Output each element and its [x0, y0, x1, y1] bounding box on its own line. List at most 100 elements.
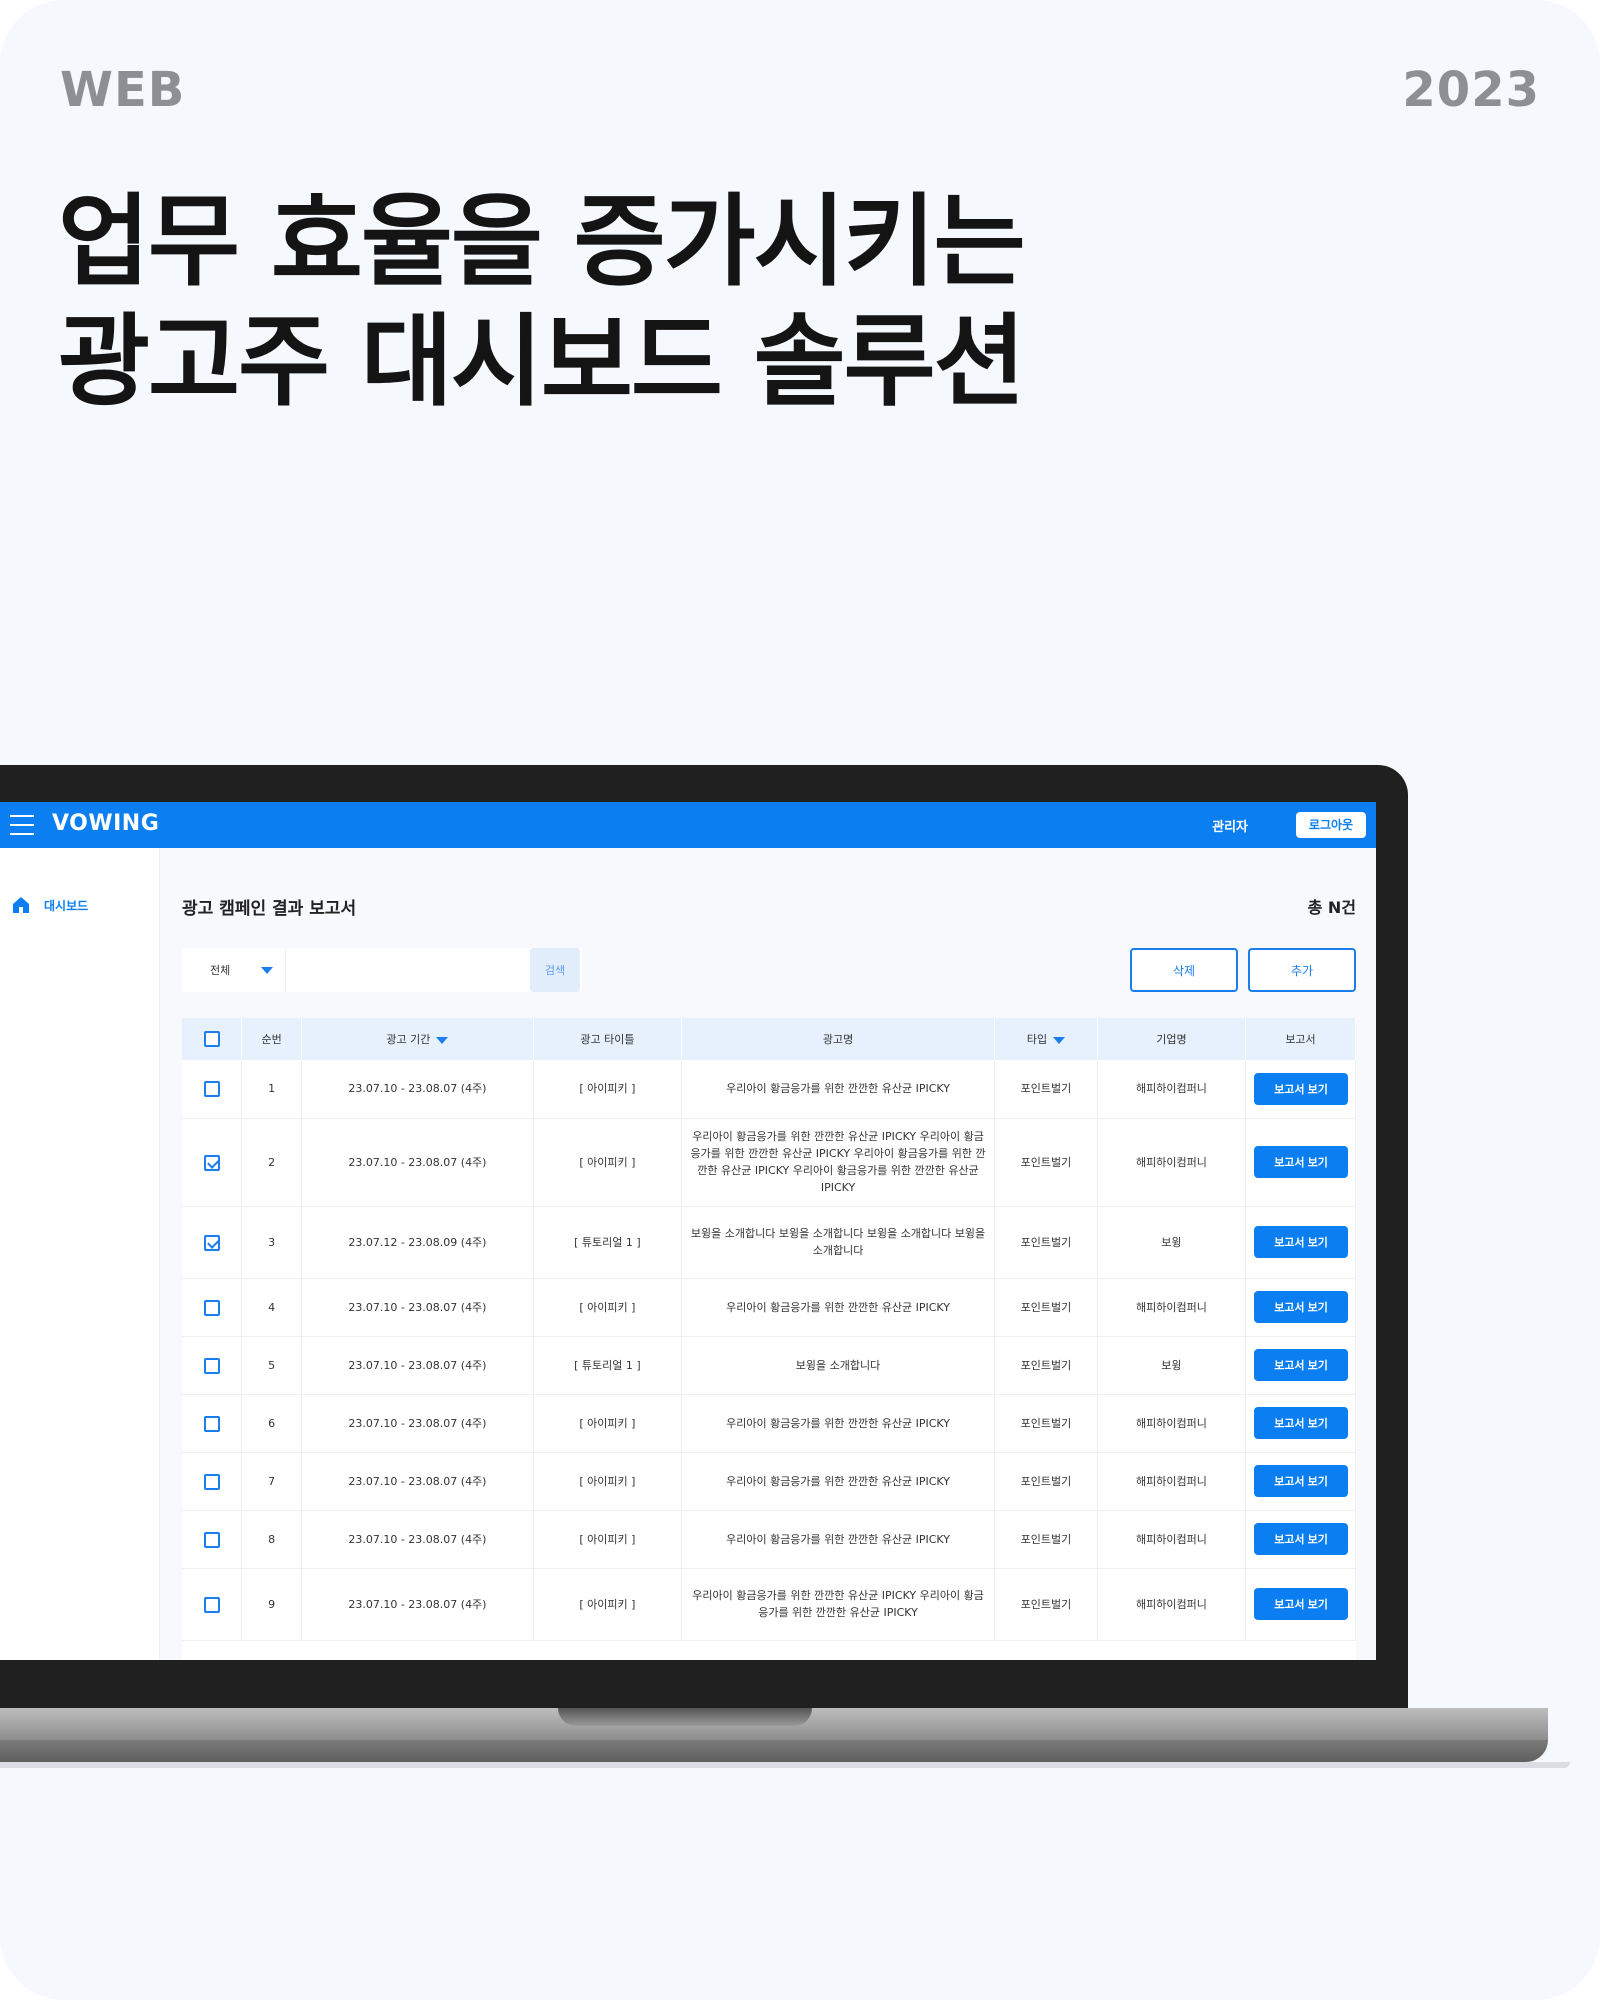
select-all-checkbox[interactable]	[203, 1031, 220, 1047]
row-period: 23.07.10 - 23.08.07 (4주)	[301, 1394, 534, 1453]
row-type: 포인트벌기	[994, 1060, 1098, 1119]
row-ad-name: 보윙을 소개합니다 보윙을 소개합니다 보윙을 소개합니다 보윙을 소개합니다	[681, 1206, 996, 1279]
row-company: 해피하이컴퍼니	[1097, 1510, 1247, 1569]
row-checkbox[interactable]	[203, 1531, 220, 1548]
sort-down-icon	[436, 1036, 449, 1044]
row-company: 해피하이컴퍼니	[1097, 1060, 1247, 1119]
row-checkbox[interactable]	[203, 1081, 220, 1098]
row-select-cell	[182, 1278, 243, 1337]
showcase-card: WEB 2023 업무 효율을 증가시키는 광고주 대시보드 솔루션 VOWIN…	[0, 0, 1600, 2000]
laptop-shadow	[0, 1762, 1570, 1768]
row-checkbox[interactable]	[203, 1357, 220, 1374]
row-type: 포인트벌기	[994, 1206, 1098, 1279]
table-row: 5 23.07.10 - 23.08.07 (4주)[ 튜토리얼 1 ] 보윙을 소…	[182, 1336, 1356, 1395]
header-period[interactable]: 광고 기간	[301, 1018, 534, 1060]
view-report-button[interactable]: 보고서 보기	[1254, 1588, 1349, 1620]
view-report-button[interactable]: 보고서 보기	[1254, 1349, 1349, 1381]
row-no: 4	[241, 1278, 302, 1337]
sidebar-item-dashboard[interactable]: 대시보드	[12, 896, 88, 914]
header-period-label: 광고 기간	[386, 1033, 431, 1046]
category-select[interactable]: 전체	[182, 948, 286, 992]
row-ad-name: 우리아이 황금응가를 위한 깐깐한 유산균 IPICKY	[681, 1060, 996, 1119]
table-row: 8 23.07.10 - 23.08.07 (4주)[ 아이피키 ] 우리아이 황금…	[182, 1510, 1356, 1569]
top-bar: VOWING 관리자 로그아웃	[0, 802, 1376, 848]
view-report-button[interactable]: 보고서 보기	[1254, 1146, 1349, 1178]
admin-label: 관리자	[1212, 820, 1248, 835]
laptop-base-edge	[0, 1740, 1548, 1762]
view-report-button[interactable]: 보고서 보기	[1254, 1523, 1349, 1555]
header-company: 기업명	[1097, 1018, 1247, 1060]
table-row: 9 23.07.10 - 23.08.07 (4주)[ 아이피키 ] 우리아이 황금…	[182, 1568, 1356, 1641]
row-checkbox[interactable]	[203, 1299, 220, 1316]
sort-down-icon	[1053, 1036, 1066, 1044]
view-report-button[interactable]: 보고서 보기	[1254, 1465, 1349, 1497]
row-select-cell	[182, 1336, 243, 1395]
row-period: 23.07.10 - 23.08.07 (4주)	[301, 1336, 534, 1395]
row-company: 보윙	[1097, 1336, 1247, 1395]
row-report-cell: 보고서 보기	[1245, 1452, 1356, 1511]
row-period: 23.07.12 - 23.08.09 (4주)	[301, 1206, 534, 1279]
row-ad-name: 보윙을 소개합니다	[681, 1336, 996, 1395]
brand-logo[interactable]: VOWING	[52, 811, 159, 836]
row-report-cell: 보고서 보기	[1245, 1568, 1356, 1641]
row-period: 23.07.10 - 23.08.07 (4주)	[301, 1278, 534, 1337]
home-icon	[13, 897, 29, 913]
row-checkbox[interactable]	[203, 1596, 220, 1613]
row-period: 23.07.10 - 23.08.07 (4주)	[301, 1510, 534, 1569]
row-ad-name: 우리아이 황금응가를 위한 깐깐한 유산균 IPICKY	[681, 1510, 996, 1569]
sidebar: 대시보드	[0, 848, 160, 1660]
view-report-button[interactable]: 보고서 보기	[1254, 1291, 1349, 1323]
row-title: [ 아이피키 ]	[533, 1568, 683, 1641]
laptop-notch	[558, 1708, 812, 1726]
table-row: 2 23.07.10 - 23.08.07 (4주)[ 아이피키 ] 우리아이 황금…	[182, 1118, 1356, 1207]
row-ad-name: 우리아이 황금응가를 위한 깐깐한 유산균 IPICKY	[681, 1278, 996, 1337]
row-select-cell	[182, 1452, 243, 1511]
category-label: WEB	[60, 62, 186, 118]
view-report-button[interactable]: 보고서 보기	[1254, 1072, 1349, 1105]
table-header-row: 순번 광고 기간 광고 타이틀 광고명 타입 기업명 보고서	[182, 1018, 1356, 1060]
delete-button[interactable]: 삭제	[1130, 948, 1238, 992]
row-company: 해피하이컴퍼니	[1097, 1394, 1247, 1453]
row-company: 보윙	[1097, 1206, 1247, 1279]
row-period: 23.07.10 - 23.08.07 (4주)	[301, 1118, 534, 1207]
row-title: [ 아이피키 ]	[533, 1060, 683, 1119]
row-checkbox[interactable]	[203, 1473, 220, 1490]
row-ad-name: 우리아이 황금응가를 위한 깐깐한 유산균 IPICKY	[681, 1452, 996, 1511]
row-checkbox[interactable]	[203, 1234, 220, 1251]
logout-button[interactable]: 로그아웃	[1296, 812, 1366, 838]
row-period: 23.07.10 - 23.08.07 (4주)	[301, 1452, 534, 1511]
row-ad-name: 우리아이 황금응가를 위한 깐깐한 유산균 IPICKY 우리아이 황금응가를 …	[681, 1118, 996, 1207]
row-report-cell: 보고서 보기	[1245, 1510, 1356, 1569]
sidebar-item-label: 대시보드	[44, 898, 89, 913]
row-no: 5	[241, 1336, 302, 1395]
row-report-cell: 보고서 보기	[1245, 1394, 1356, 1453]
table-row: 6 23.07.10 - 23.08.07 (4주)[ 아이피키 ] 우리아이 황금…	[182, 1394, 1356, 1453]
row-checkbox[interactable]	[203, 1415, 220, 1432]
row-title: [ 튜토리얼 1 ]	[533, 1206, 683, 1279]
row-select-cell	[182, 1568, 243, 1641]
view-report-button[interactable]: 보고서 보기	[1254, 1407, 1349, 1439]
row-title: [ 아이피키 ]	[533, 1394, 683, 1453]
row-type: 포인트벌기	[994, 1394, 1098, 1453]
view-report-button[interactable]: 보고서 보기	[1254, 1226, 1349, 1258]
row-period: 23.07.10 - 23.08.07 (4주)	[301, 1060, 534, 1119]
menu-icon[interactable]	[10, 815, 34, 835]
row-no: 2	[241, 1118, 302, 1207]
table-row: 3 23.07.12 - 23.08.09 (4주)[ 튜토리얼 1 ] 보윙을 소…	[182, 1206, 1356, 1279]
header-no: 순번	[241, 1018, 302, 1060]
row-type: 포인트벌기	[994, 1452, 1098, 1511]
table-row: 1 23.07.10 - 23.08.07 (4주)[ 아이피키 ] 우리아이 황금…	[182, 1060, 1356, 1119]
row-report-cell: 보고서 보기	[1245, 1118, 1356, 1207]
header-type[interactable]: 타입	[994, 1018, 1098, 1060]
page-title: 광고 캠페인 결과 보고서	[182, 899, 357, 919]
header-title: 광고 타이틀	[533, 1018, 683, 1060]
category-select-value: 전체	[210, 964, 231, 977]
add-button[interactable]: 추가	[1248, 948, 1356, 992]
row-checkbox[interactable]	[203, 1154, 220, 1171]
row-type: 포인트벌기	[994, 1510, 1098, 1569]
select-all-cell	[182, 1018, 243, 1060]
headline: 업무 효율을 증가시키는 광고주 대시보드 솔루션	[58, 182, 1026, 422]
row-no: 7	[241, 1452, 302, 1511]
header-name: 광고명	[681, 1018, 996, 1060]
search-button[interactable]: 검색	[530, 948, 580, 992]
